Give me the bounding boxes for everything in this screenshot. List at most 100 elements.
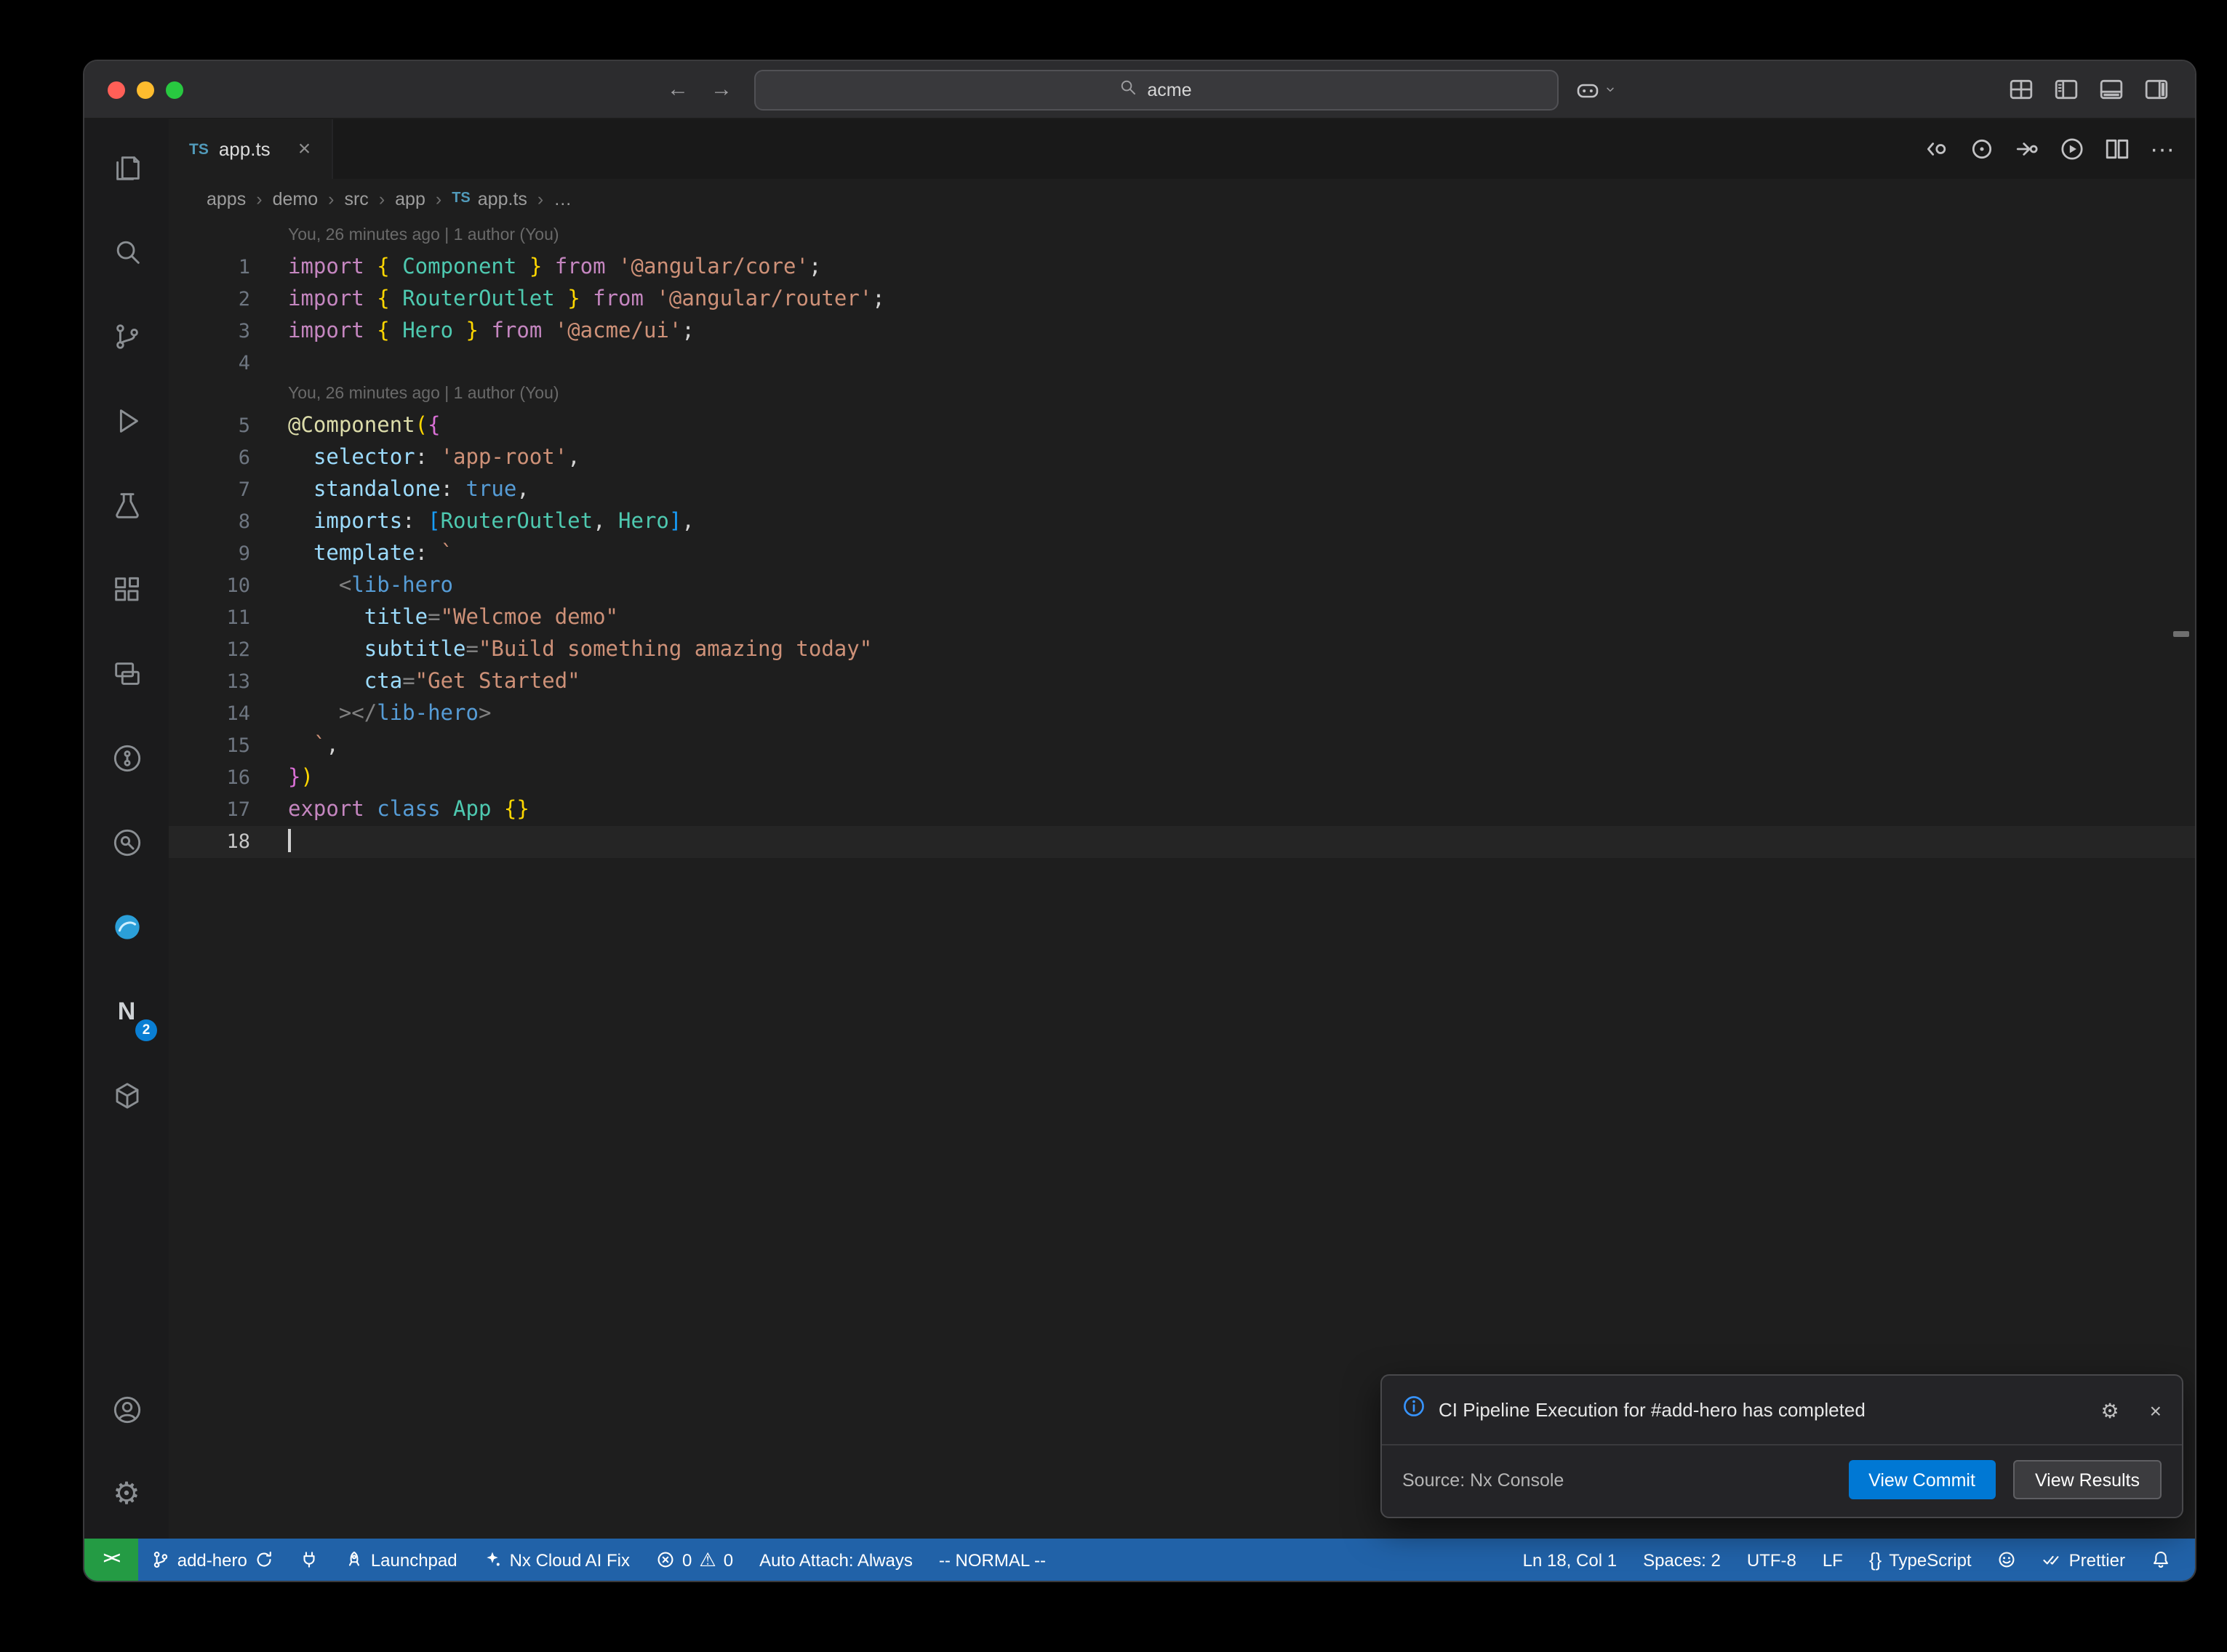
code-line-9[interactable]: 9 template: ` [169, 538, 2195, 570]
code-editor[interactable]: You, 26 minutes ago | 1 author (You)1imp… [169, 218, 2195, 1539]
run-code-button[interactable] [2060, 137, 2084, 161]
breadcrumb-app.ts[interactable]: TSapp.ts [452, 188, 527, 209]
breadcrumb-apps[interactable]: apps [207, 188, 246, 209]
status-indentation[interactable]: Spaces: 2 [1630, 1539, 1734, 1581]
close-tab-button[interactable]: × [298, 137, 311, 161]
breadcrumb-app[interactable]: app [395, 188, 425, 209]
notification-settings-button[interactable]: ⚙ [2101, 1400, 2119, 1420]
line-number: 11 [169, 602, 250, 634]
activity-azure[interactable] [84, 884, 169, 969]
activity-dependencies-cube[interactable] [84, 1053, 169, 1137]
code-line-2[interactable]: 2import { RouterOutlet } from '@angular/… [169, 284, 2195, 316]
warning-icon: ⚠ [699, 1550, 716, 1569]
status-vim-mode[interactable]: -- NORMAL -- [926, 1539, 1059, 1581]
status-nx-cloud-ai-fix[interactable]: Nx Cloud AI Fix [471, 1539, 643, 1581]
activity-remote-windows[interactable] [84, 631, 169, 715]
status-cursor-position[interactable]: Ln 18, Col 1 [1510, 1539, 1630, 1581]
minimize-window-button[interactable] [137, 81, 154, 98]
tab-app-ts[interactable]: TS app.ts × [169, 119, 332, 179]
sync-icon [255, 1550, 273, 1569]
code-line-3[interactable]: 3import { Hero } from '@acme/ui'; [169, 316, 2195, 348]
activity-accounts[interactable] [84, 1367, 169, 1451]
code-line-1[interactable]: 1import { Component } from '@angular/cor… [169, 252, 2195, 284]
code-line-16[interactable]: 16}) [169, 762, 2195, 794]
status-bar-right: Ln 18, Col 1 Spaces: 2UTF-8LF{}TypeScript… [1510, 1539, 2195, 1581]
code-text: ></lib-hero> [288, 698, 491, 730]
code-line-13[interactable]: 13 cta="Get Started" [169, 666, 2195, 698]
code-line-17[interactable]: 17export class App {} [169, 794, 2195, 826]
toggle-panel-button[interactable] [2099, 77, 2124, 102]
notification-source: Source: Nx Console [1402, 1469, 1831, 1490]
activity-gitlens-search[interactable] [84, 800, 169, 884]
testing-icon [110, 488, 143, 521]
nx-console-icon: N [118, 998, 136, 1023]
activity-source-control[interactable] [84, 294, 169, 378]
breadcrumb-src[interactable]: src [344, 188, 368, 209]
status-formatter[interactable]: Prettier [2030, 1539, 2138, 1581]
remote-icon: >< [103, 1552, 119, 1568]
status-git-branch[interactable]: add-hero [138, 1539, 287, 1581]
status-language-mode[interactable]: {}TypeScript [1856, 1539, 1985, 1581]
status-eol[interactable]: LF [1810, 1539, 1856, 1581]
status-feedback[interactable] [1985, 1539, 2030, 1581]
line-number: 15 [169, 730, 250, 762]
status-formatter-label: Prettier [2069, 1549, 2125, 1570]
status-notifications-bell[interactable] [2138, 1539, 2183, 1581]
code-line-7[interactable]: 7 standalone: true, [169, 474, 2195, 506]
gitlens-blame-annotation[interactable]: You, 26 minutes ago | 1 author (You) [288, 380, 2195, 410]
open-changes-button[interactable] [1924, 137, 1949, 161]
breadcrumb-more[interactable]: … [553, 188, 572, 209]
file-annotations-button[interactable] [1970, 137, 1994, 161]
toggle-secondary-sidebar-button[interactable] [2144, 77, 2169, 102]
code-line-18[interactable]: 18 [169, 826, 2195, 858]
code-line-8[interactable]: 8 imports: [RouterOutlet, Hero], [169, 506, 2195, 538]
line-number: 18 [169, 826, 250, 858]
code-line-6[interactable]: 6 selector: 'app-root', [169, 442, 2195, 474]
code-line-15[interactable]: 15 `, [169, 730, 2195, 762]
error-icon [656, 1550, 675, 1569]
activity-gitlens[interactable] [84, 715, 169, 800]
activity-explorer[interactable] [84, 125, 169, 209]
code-line-5[interactable]: 5@Component({ [169, 410, 2195, 442]
split-editor-button[interactable] [2105, 137, 2130, 161]
code-text: import { Component } from '@angular/core… [288, 252, 821, 284]
status-launchpad[interactable]: Launchpad [332, 1539, 471, 1581]
forward-button[interactable]: → [707, 79, 736, 100]
activity-nx-console[interactable]: N2 [84, 969, 169, 1053]
code-line-12[interactable]: 12 subtitle="Build something amazing tod… [169, 634, 2195, 666]
activity-search-view[interactable] [84, 209, 169, 294]
breadcrumb-demo[interactable]: demo [273, 188, 319, 209]
status-auto-attach[interactable]: Auto Attach: Always [746, 1539, 926, 1581]
status-encoding[interactable]: UTF-8 [1734, 1539, 1810, 1581]
toggle-primary-sidebar-button[interactable] [2054, 77, 2079, 102]
editor-actions: ··· [1924, 119, 2195, 179]
code-line-10[interactable]: 10 <lib-hero [169, 570, 2195, 602]
back-button[interactable]: ← [663, 79, 692, 100]
status-connect[interactable] [287, 1539, 332, 1581]
code-line-14[interactable]: 14 ></lib-hero> [169, 698, 2195, 730]
status-remote-indicator[interactable]: >< [84, 1539, 138, 1581]
code-line-4[interactable]: 4 [169, 348, 2195, 380]
view-commit-button[interactable]: View Commit [1848, 1460, 1996, 1499]
notification-close-button[interactable]: × [2150, 1400, 2162, 1420]
close-window-button[interactable] [108, 81, 125, 98]
notification-settings-slot: ⚙ [2092, 1400, 2119, 1420]
command-center-search[interactable]: acme [753, 69, 1558, 110]
open-graph-button[interactable] [2015, 137, 2039, 161]
zoom-window-button[interactable] [166, 81, 183, 98]
activity-run-and-debug[interactable] [84, 378, 169, 462]
code-line-11[interactable]: 11 title="Welcmoe demo" [169, 602, 2195, 634]
gitlens-blame-annotation[interactable]: You, 26 minutes ago | 1 author (You) [288, 221, 2195, 252]
customize-layout-button[interactable] [2009, 77, 2034, 102]
status-problems[interactable]: 0⚠0 [643, 1539, 746, 1581]
more-actions-button[interactable]: ··· [2150, 137, 2175, 161]
copilot-menu-button[interactable] [1575, 78, 1616, 101]
activity-extensions[interactable] [84, 547, 169, 631]
activity-testing[interactable] [84, 462, 169, 547]
status-cursor-position-label: Ln 18, Col 1 [1523, 1549, 1617, 1570]
titlebar: ← → acme [84, 61, 2195, 119]
settings-icon: ⚙ [113, 1478, 140, 1509]
view-results-button[interactable]: View Results [2013, 1460, 2162, 1499]
activity-settings[interactable]: ⚙ [84, 1451, 169, 1536]
typescript-file-icon: TS [189, 140, 209, 158]
